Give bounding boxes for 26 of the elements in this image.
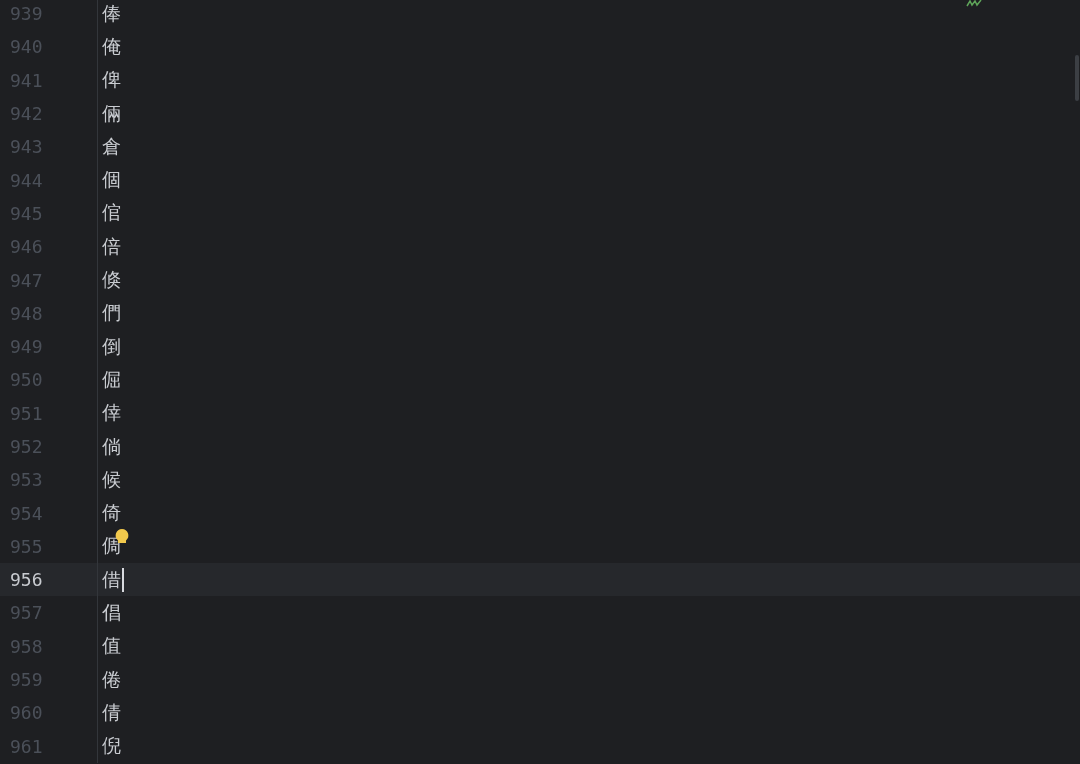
code-text: 倡 <box>102 600 121 625</box>
text-cursor <box>122 567 124 592</box>
scrollbar[interactable] <box>1075 55 1079 101</box>
code-text: 俺 <box>102 33 121 59</box>
code-text: 倏 <box>102 267 121 292</box>
code-text: 倪 <box>102 733 121 759</box>
code-text: 個 <box>102 167 121 193</box>
code-text: 倆 <box>102 100 121 126</box>
line-number: 956 <box>9 569 44 591</box>
code-text: 倒 <box>102 333 121 359</box>
code-text: 倚 <box>102 500 121 526</box>
code-text: 倘 <box>102 433 121 459</box>
code-text: 倖 <box>102 400 121 426</box>
code-text: 倌 <box>102 200 121 226</box>
code-text: 借 <box>102 566 121 592</box>
code-text: 倔 <box>102 366 121 392</box>
code-text: 俾 <box>102 67 121 93</box>
code-text: 倍 <box>102 233 121 259</box>
code-text: 倉 <box>102 133 121 159</box>
code-text: 倩 <box>102 699 121 725</box>
squiggle-icon[interactable] <box>966 0 982 7</box>
code-text: 值 <box>102 633 121 659</box>
code-text: 俸 <box>102 0 121 26</box>
code-text: 們 <box>102 300 121 326</box>
code-text: 候 <box>102 466 121 492</box>
code-text: 倦 <box>102 666 121 692</box>
